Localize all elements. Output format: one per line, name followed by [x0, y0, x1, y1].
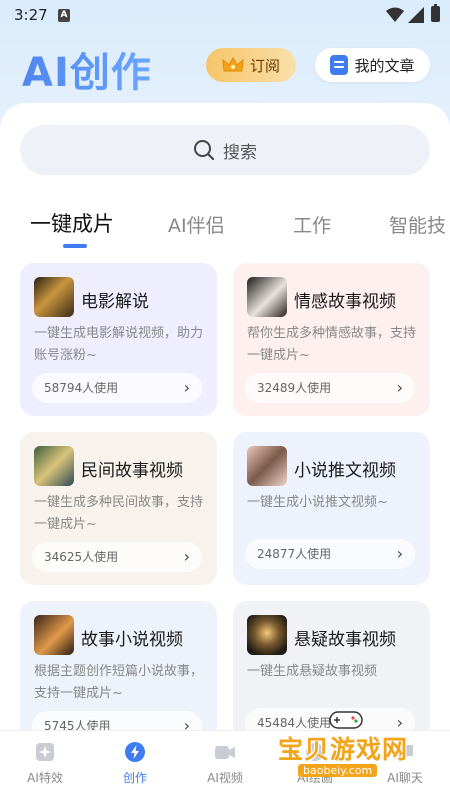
card-usage-button[interactable]: 32489人使用 ›	[245, 373, 415, 403]
card-usage-count: 32489人使用	[257, 381, 332, 395]
gamepad-icon	[329, 711, 363, 729]
subscribe-label: 订阅	[249, 56, 280, 75]
nav-label: 创作	[122, 771, 147, 785]
card-title: 故事小说视频	[81, 630, 183, 650]
card-emotional-story[interactable]: 情感故事视频 帮你生成多种情感故事，支持一键成片~ 32489人使用 ›	[233, 263, 430, 416]
card-description: 一键生成电影解说视频，助力账号涨粉~	[34, 326, 204, 363]
card-movie-commentary[interactable]: 电影解说 一键生成电影解说视频，助力账号涨粉~ 58794人使用 ›	[20, 263, 217, 416]
card-thumbnail	[34, 615, 74, 655]
watermark-url: baobeiy.com	[298, 764, 378, 777]
card-folk-story[interactable]: 民间故事视频 一键生成多种民间故事，支持一键成片~ 34625人使用 ›	[20, 432, 217, 585]
card-usage-count: 24877人使用	[257, 547, 332, 561]
notification-badge-icon: A	[58, 9, 70, 22]
card-description: 一键生成小说推文视频~	[247, 495, 388, 510]
tab-one-click[interactable]: 一键成片	[30, 208, 114, 238]
card-thumbnail	[34, 446, 74, 486]
nav-label: AI特效	[27, 771, 63, 785]
card-usage-button[interactable]: 24877人使用 ›	[245, 539, 415, 569]
card-story-novel[interactable]: 故事小说视频 根据主题创作短篇小说故事，支持一键成片~ 5745人使用 ›	[20, 601, 217, 741]
nav-item-ai-video[interactable]: AI视频	[180, 741, 270, 786]
wifi-icon	[386, 7, 404, 22]
my-articles-button[interactable]: 我的文章	[315, 48, 430, 82]
card-description: 一键生成多种民间故事，支持一键成片~	[34, 495, 204, 532]
lightning-icon	[125, 742, 145, 762]
card-title: 小说推文视频	[294, 461, 396, 481]
search-input[interactable]: 搜索	[20, 125, 430, 175]
card-usage-count: 34625人使用	[44, 550, 119, 564]
card-description: 一键生成悬疑故事视频	[247, 664, 378, 679]
card-novel-promo[interactable]: 小说推文视频 一键生成小说推文视频~ 24877人使用 ›	[233, 432, 430, 585]
crown-icon	[222, 56, 244, 72]
chevron-right-icon: ›	[396, 378, 403, 397]
sparkle-icon	[36, 743, 54, 761]
watermark: 宝贝游戏网 baobeiy.com	[276, 708, 426, 788]
nav-item-create[interactable]: 创作	[90, 741, 180, 786]
nav-item-ai-effects[interactable]: AI特效	[0, 741, 90, 786]
card-usage-button[interactable]: 58794人使用 ›	[32, 373, 202, 403]
nav-label: AI视频	[207, 771, 243, 785]
chevron-right-icon: ›	[183, 547, 190, 566]
battery-icon	[431, 4, 440, 22]
card-title: 民间故事视频	[81, 461, 183, 481]
card-title: 情感故事视频	[294, 292, 396, 312]
card-thumbnail	[247, 277, 287, 317]
card-usage-count: 58794人使用	[44, 381, 119, 395]
tab-work[interactable]: 工作	[293, 211, 331, 238]
card-title: 电影解说	[81, 292, 149, 312]
card-thumbnail	[247, 446, 287, 486]
watermark-text: 宝贝游戏网	[278, 735, 409, 764]
category-tabs: 一键成片 AI伴侣 工作 智能技	[0, 208, 450, 248]
document-icon	[330, 55, 349, 75]
my-articles-label: 我的文章	[354, 56, 415, 75]
page-title: AI创作	[22, 40, 152, 98]
subscribe-button[interactable]: 订阅	[206, 48, 296, 82]
signal-icon	[408, 7, 424, 23]
video-camera-icon	[215, 746, 235, 759]
search-icon	[194, 140, 215, 161]
chevron-right-icon: ›	[396, 544, 403, 563]
tab-ai-companion[interactable]: AI伴侣	[168, 211, 225, 238]
card-description: 帮你生成多种情感故事，支持一键成片~	[247, 326, 417, 363]
card-thumbnail	[247, 615, 287, 655]
chevron-right-icon: ›	[183, 378, 190, 397]
tab-smart-skills[interactable]: 智能技	[389, 211, 446, 238]
search-placeholder: 搜索	[223, 142, 257, 163]
card-description: 根据主题创作短篇小说故事，支持一键成片~	[34, 664, 204, 701]
status-bar: 3:27 A	[0, 0, 450, 32]
card-title: 悬疑故事视频	[294, 630, 396, 650]
tab-active-indicator	[63, 244, 87, 248]
card-thumbnail	[34, 277, 74, 317]
status-time: 3:27	[14, 6, 48, 24]
card-usage-button[interactable]: 34625人使用 ›	[32, 542, 202, 572]
